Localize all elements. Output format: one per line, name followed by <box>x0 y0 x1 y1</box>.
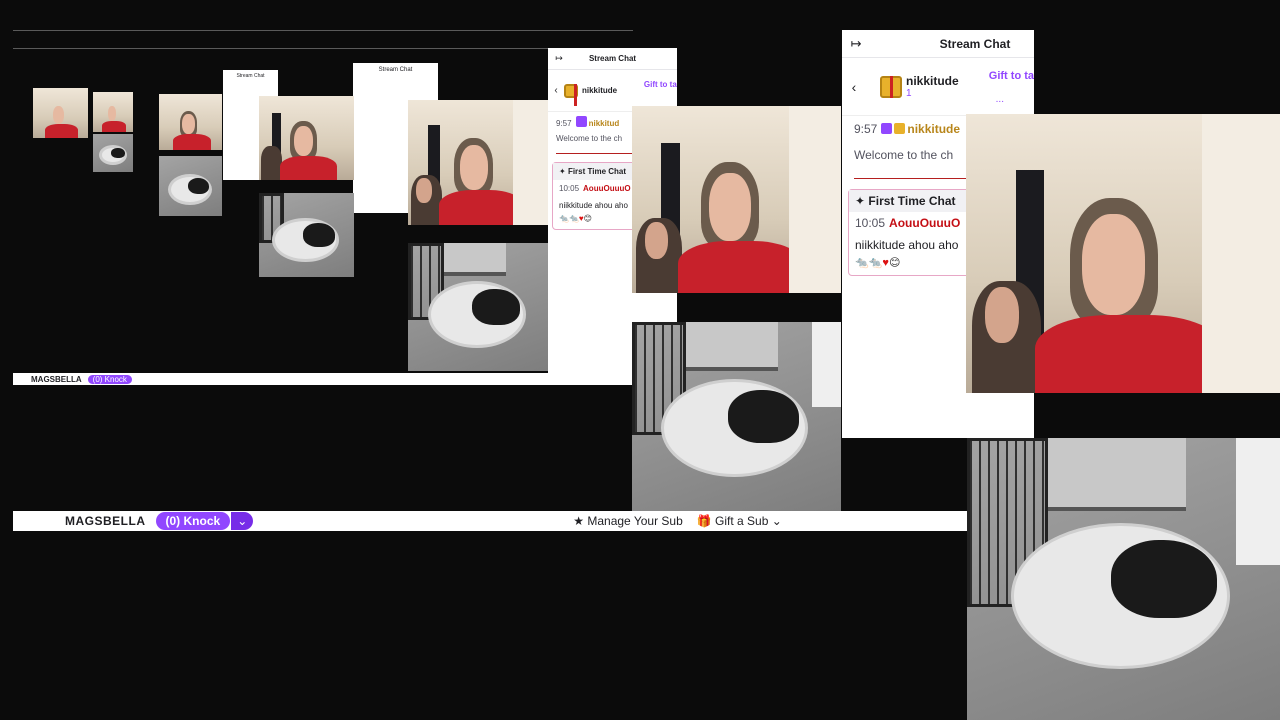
manage-sub-button[interactable]: ★ Manage Your Sub <box>573 514 683 528</box>
nested-cam-1 <box>408 100 548 225</box>
sparkle-icon: ✦ <box>559 167 566 176</box>
gift-to-link[interactable]: Gift to ta <box>989 70 1034 82</box>
collapse-chat-icon[interactable]: ↦ <box>842 30 870 58</box>
nested-dog-2 <box>259 193 354 277</box>
nested-cam-2 <box>259 96 354 180</box>
nested-dog-1 <box>408 243 548 371</box>
webcam-medium <box>632 106 841 293</box>
heart-icon: ♥ <box>578 214 584 223</box>
gift-sub-button[interactable]: 🎁 Gift a Sub ⌄ <box>697 514 782 528</box>
gift-to-link[interactable]: Gift to tal <box>644 80 677 89</box>
recursive-screen: Stream Chat Stream Chat MAGSBELLA (0) Kn… <box>13 30 633 385</box>
dogcam-medium <box>632 322 841 511</box>
gift-icon <box>564 83 578 106</box>
gift-user: nikkitude <box>906 73 959 88</box>
knock-dropdown-icon[interactable]: ⌄ <box>231 512 254 530</box>
back-chevron-icon[interactable]: ‹ <box>548 85 564 96</box>
nested-dog-4 <box>93 134 133 172</box>
gift-count: 1 <box>906 88 912 100</box>
gift-icon <box>880 75 902 98</box>
sparkle-icon: ✦ <box>855 194 866 208</box>
chat-title: Stream Chat <box>939 36 1011 51</box>
dogcam-large <box>967 438 1280 720</box>
channel-bar: MAGSBELLA (0) Knock ⌄ ★ Manage Your Sub … <box>13 511 967 531</box>
heart-icon: ♥ <box>882 257 889 269</box>
nested-cam-3 <box>159 94 222 150</box>
nested-bottom-bar: MAGSBELLA (0) Knock <box>13 373 633 385</box>
nested-cam-4 <box>93 92 133 132</box>
nested-dog-3 <box>159 156 222 216</box>
knock-button[interactable]: (0) Knock <box>155 512 231 530</box>
back-chevron-icon[interactable]: ‹ <box>842 79 866 95</box>
collapse-chat-icon[interactable]: ↦ <box>548 48 570 70</box>
webcam-large <box>966 114 1280 393</box>
gift-more[interactable]: ... <box>996 94 1004 105</box>
nested-cam-5 <box>33 88 88 138</box>
gift-user: nikkitude <box>582 85 618 95</box>
channel-name[interactable]: MAGSBELLA <box>65 514 146 528</box>
